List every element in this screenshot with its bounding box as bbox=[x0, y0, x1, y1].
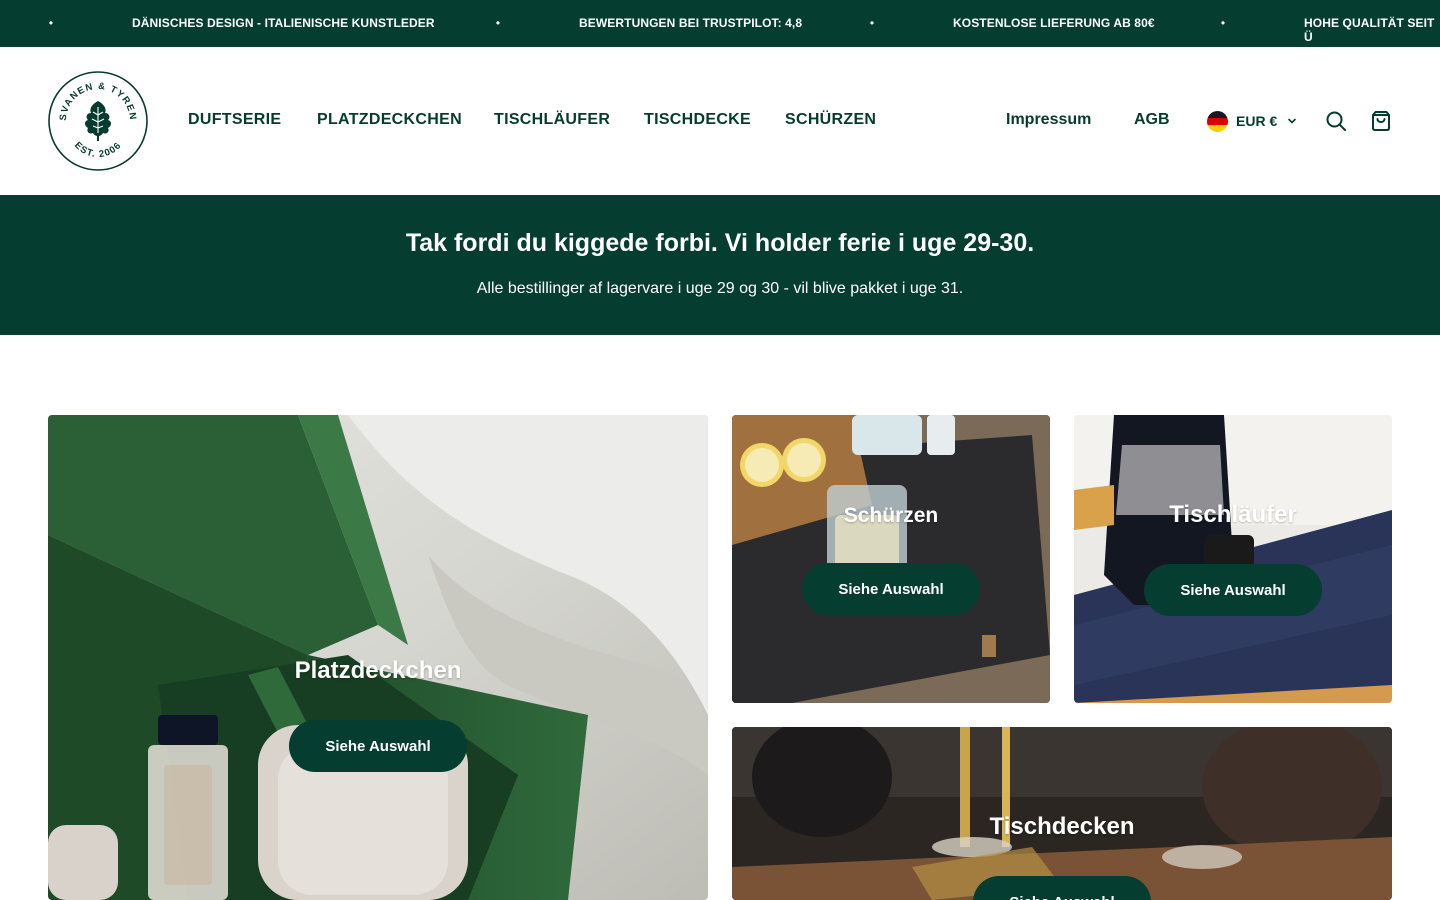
currency-selector[interactable]: EUR € bbox=[1207, 109, 1297, 133]
chevron-down-icon bbox=[1288, 118, 1297, 124]
announcement-item: KOSTENLOSE LIEFERUNG AB 80€ bbox=[953, 16, 1155, 30]
nav-item-platzdeckchen[interactable]: PLATZDECKCHEN bbox=[317, 111, 462, 129]
announcement-dot: • bbox=[495, 16, 501, 30]
announcement-dot: • bbox=[869, 16, 875, 30]
nav-item-tischlaeufer[interactable]: TISCHLÄUFER bbox=[494, 111, 610, 129]
nav-item-duftserie[interactable]: DUFTSERIE bbox=[188, 111, 281, 129]
see-selection-button[interactable]: Siehe Auswahl bbox=[1144, 564, 1322, 616]
collection-tile-tischdecken[interactable]: Tischdecken Siehe Auswahl bbox=[732, 727, 1392, 900]
search-icon[interactable] bbox=[1325, 110, 1347, 132]
see-selection-button[interactable]: Siehe Auswahl bbox=[973, 876, 1151, 900]
collection-title: Tischdecken bbox=[989, 813, 1135, 840]
collection-tile-platzdeckchen[interactable]: Platzdeckchen Siehe Auswahl bbox=[48, 415, 708, 900]
announcement-item: HOHE QUALITÄT SEIT Ü bbox=[1304, 16, 1435, 44]
see-selection-button[interactable]: Siehe Auswahl bbox=[289, 720, 467, 772]
agb-link[interactable]: AGB bbox=[1134, 111, 1170, 129]
announcement-item: DÄNISCHES DESIGN - ITALIENISCHE KUNSTLED… bbox=[132, 16, 435, 30]
banner-title: Tak fordi du kiggede forbi. Vi holder fe… bbox=[405, 229, 1035, 257]
germany-flag-icon bbox=[1207, 110, 1228, 132]
announcement-dot: • bbox=[1220, 16, 1226, 30]
collection-title: Platzdeckchen bbox=[294, 657, 462, 684]
collection-tile-schuerzen[interactable]: Schürzen Siehe Auswahl bbox=[732, 415, 1050, 703]
nav-item-tischdecke[interactable]: TISCHDECKE bbox=[644, 111, 751, 129]
schuerzen-image bbox=[732, 415, 1050, 703]
banner-subtitle: Alle bestillinger af lagervare i uge 29 … bbox=[476, 280, 964, 297]
announcement-bar: • DÄNISCHES DESIGN - ITALIENISCHE KUNSTL… bbox=[0, 0, 1440, 47]
collection-tile-tischlaeufer[interactable]: Tischläufer Siehe Auswahl bbox=[1074, 415, 1392, 703]
impressum-link[interactable]: Impressum bbox=[1006, 111, 1091, 129]
see-selection-button[interactable]: Siehe Auswahl bbox=[802, 563, 980, 615]
announcement-item: BEWERTUNGEN BEI TRUSTPILOT: 4,8 bbox=[579, 16, 803, 30]
currency-label: EUR € bbox=[1236, 113, 1278, 129]
tischlaeufer-image bbox=[1074, 415, 1392, 703]
nav-item-schuerzen[interactable]: SCHÜRZEN bbox=[785, 111, 876, 129]
announcement-dot: • bbox=[48, 16, 54, 30]
main-navigation: DUFTSERIE PLATZDECKCHEN TISCHLÄUFER TISC… bbox=[0, 47, 1440, 195]
collection-title: Tischläufer bbox=[1169, 501, 1297, 528]
cart-bag-icon[interactable] bbox=[1370, 110, 1392, 132]
collection-title: Schürzen bbox=[843, 504, 939, 527]
holiday-banner: Tak fordi du kiggede forbi. Vi holder fe… bbox=[0, 195, 1440, 335]
site-header: SVANEN & TYREN EST. 2006 DUFTSERIE PLATZ… bbox=[0, 47, 1440, 195]
